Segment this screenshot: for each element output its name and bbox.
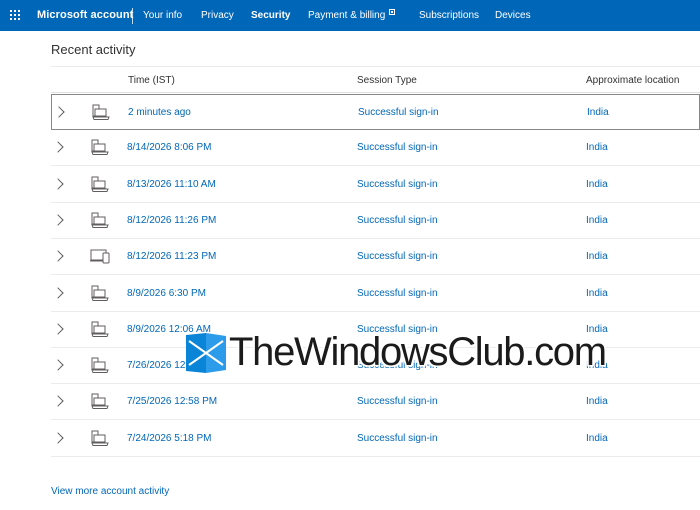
nav-your-info[interactable]: Your info (143, 0, 182, 31)
laptop-icon (90, 139, 110, 157)
column-header-location: Approximate location (586, 75, 680, 86)
location-cell: India (586, 251, 608, 263)
session-type-cell: Successful sign-in (357, 323, 438, 335)
table-row[interactable]: 8/9/2026 6:30 PM Successful sign-in India (51, 276, 700, 312)
nav-privacy[interactable]: Privacy (201, 0, 234, 31)
location-cell: India (586, 178, 608, 190)
chevron-right-icon[interactable] (52, 214, 64, 226)
nav-payment-billing-label: Payment & billing (308, 10, 386, 21)
location-cell: India (586, 360, 608, 372)
table-row[interactable]: 2 minutes ago Successful sign-in India (51, 94, 700, 130)
laptop-icon (90, 176, 110, 194)
location-cell: India (586, 396, 608, 408)
laptop-icon (91, 104, 111, 122)
session-type-cell: Successful sign-in (357, 396, 438, 408)
chevron-right-icon[interactable] (52, 141, 64, 153)
chevron-right-icon[interactable] (52, 432, 64, 444)
app-launcher-icon[interactable] (10, 10, 21, 21)
table-row[interactable]: 8/13/2026 11:10 AM Successful sign-in Indi… (51, 167, 700, 203)
time-cell: 2 minutes ago (128, 107, 191, 118)
location-cell: India (586, 214, 608, 226)
session-type-cell: Successful sign-in (357, 432, 438, 444)
time-cell: 7/26/2026 12:... (127, 360, 197, 372)
table-row[interactable]: 7/24/2026 5:18 PM Successful sign-in India (51, 421, 700, 457)
chevron-right-icon[interactable] (52, 395, 64, 408)
chevron-right-icon[interactable] (52, 286, 64, 299)
location-cell: India (586, 142, 608, 154)
time-cell: 8/12/2026 11:26 PM (127, 214, 217, 226)
time-cell: 7/25/2026 12:58 PM (127, 396, 218, 408)
laptop-icon (90, 357, 110, 375)
nav-divider (132, 8, 133, 24)
chevron-right-icon[interactable] (53, 106, 65, 118)
nav-subscriptions[interactable]: Subscriptions (419, 0, 479, 31)
session-type-cell: Successful sign-in (357, 178, 438, 190)
brand-title[interactable]: Microsoft account (37, 0, 133, 31)
session-type-cell: Successful sign-in (357, 360, 438, 372)
table-row[interactable]: 8/9/2026 12:06 AM Successful sign-in India (51, 312, 700, 348)
table-row[interactable]: 8/14/2026 8:06 PM Successful sign-in India (51, 130, 700, 167)
divider (51, 92, 700, 93)
session-type-cell: Successful sign-in (358, 107, 439, 118)
top-nav-bar: Microsoft account Your info Privacy Secu… (0, 0, 700, 31)
table-row[interactable]: 8/12/2026 11:26 PM Successful sign-in Indi… (51, 203, 700, 239)
time-cell: 8/14/2026 8:06 PM (127, 142, 212, 154)
divider (51, 66, 700, 67)
multi-device-icon (90, 248, 110, 266)
chevron-right-icon[interactable] (52, 359, 64, 371)
chevron-right-icon[interactable] (52, 250, 64, 262)
time-cell: 8/9/2026 12:06 AM (127, 323, 211, 335)
time-cell: 8/9/2026 6:30 PM (127, 287, 206, 299)
session-type-cell: Successful sign-in (357, 142, 438, 154)
time-cell: 8/13/2026 11:10 AM (127, 178, 216, 190)
section-title: Recent activity (51, 42, 136, 57)
chevron-right-icon[interactable] (52, 323, 64, 335)
laptop-icon (90, 321, 110, 339)
chevron-right-icon[interactable] (52, 177, 64, 190)
table-row[interactable]: 7/26/2026 12:... Successful sign-in India (51, 348, 700, 385)
table-row[interactable]: 8/12/2026 11:23 PM Successful sign-in Indi… (51, 239, 700, 276)
laptop-icon (90, 393, 110, 411)
column-header-time: Time (IST) (128, 75, 175, 86)
column-header-session-type: Session Type (357, 75, 417, 86)
location-cell: India (586, 323, 608, 335)
nav-devices[interactable]: Devices (495, 0, 531, 31)
session-type-cell: Successful sign-in (357, 214, 438, 226)
table-row[interactable]: 7/25/2026 12:58 PM Successful sign-in Indi… (51, 384, 700, 421)
external-link-icon (389, 9, 396, 15)
time-cell: 7/24/2026 5:18 PM (127, 432, 212, 444)
view-more-activity-link[interactable]: View more account activity (51, 486, 169, 497)
nav-payment-billing[interactable]: Payment & billing (308, 0, 396, 31)
location-cell: India (586, 432, 608, 444)
laptop-icon (90, 430, 110, 448)
session-type-cell: Successful sign-in (357, 251, 438, 263)
nav-security[interactable]: Security (251, 0, 290, 31)
location-cell: India (587, 107, 609, 118)
laptop-icon (90, 285, 110, 303)
time-cell: 8/12/2026 11:23 PM (127, 251, 217, 263)
laptop-icon (90, 212, 110, 230)
location-cell: India (586, 287, 608, 299)
session-type-cell: Successful sign-in (357, 287, 438, 299)
